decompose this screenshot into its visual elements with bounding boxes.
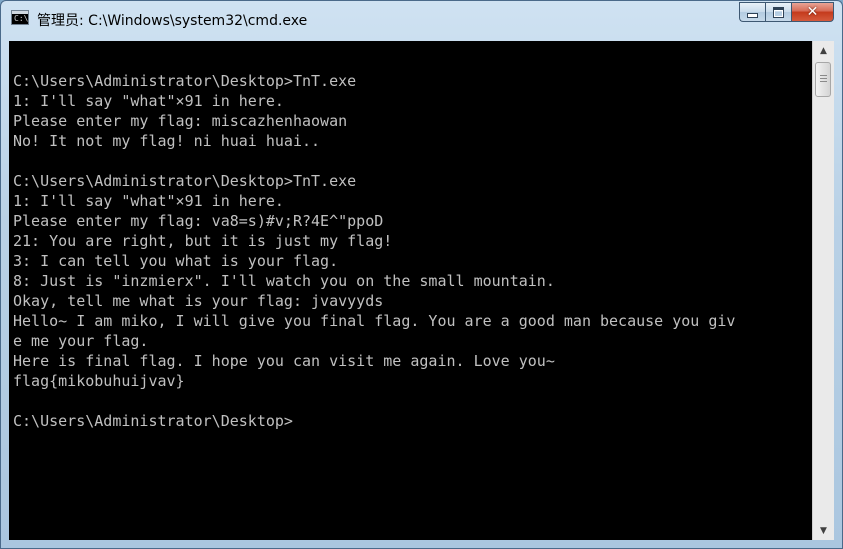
- console-line: flag{mikobuhuijvav}: [13, 372, 185, 390]
- console-line: 8: Just is "inzmierx". I'll watch you on…: [13, 272, 555, 290]
- cmd-window: C:\ 管理员: C:\Windows\system32\cmd.exe ✕ C…: [0, 0, 843, 549]
- grip-line-icon: [820, 78, 827, 79]
- console-line: C:\Users\Administrator\Desktop>: [13, 412, 293, 430]
- console-output[interactable]: C:\Users\Administrator\Desktop>TnT.exe 1…: [9, 41, 812, 540]
- maximize-icon: [773, 6, 784, 18]
- vertical-scrollbar[interactable]: ▲ ▼: [812, 41, 834, 540]
- console-line: 1: I'll say "what"×91 in here.: [13, 192, 284, 210]
- console-app-icon[interactable]: C:\: [11, 10, 29, 25]
- scroll-down-button[interactable]: ▼: [813, 521, 834, 540]
- maximize-button[interactable]: [765, 2, 791, 22]
- grip-line-icon: [820, 81, 827, 82]
- console-line: C:\Users\Administrator\Desktop>TnT.exe: [13, 72, 357, 90]
- scroll-up-button[interactable]: ▲: [813, 41, 834, 60]
- minimize-button[interactable]: [739, 2, 765, 22]
- console-line: Please enter my flag: miscazhenhaowan: [13, 112, 348, 130]
- console-line: 3: I can tell you what is your flag.: [13, 252, 339, 270]
- console-line: C:\Users\Administrator\Desktop>TnT.exe: [13, 172, 357, 190]
- close-icon: ✕: [806, 4, 819, 20]
- console-line: 1: I'll say "what"×91 in here.: [13, 92, 284, 110]
- console-line: No! It not my flag! ni huai huai..: [13, 132, 321, 150]
- caption-buttons: ✕: [739, 2, 834, 22]
- close-button[interactable]: ✕: [791, 2, 834, 22]
- arrow-down-icon: ▼: [820, 525, 827, 536]
- console-line: Please enter my flag: va8=s)#v;R?4E^"ppo…: [13, 212, 384, 230]
- console-line: Hello~ I am miko, I will give you final …: [13, 312, 736, 330]
- console-text: C:\Users\Administrator\Desktop>TnT.exe 1…: [9, 41, 812, 431]
- console-line: Here is final flag. I hope you can visit…: [13, 352, 555, 370]
- console-app-icon-label: C:\: [14, 14, 29, 23]
- scroll-thumb[interactable]: [815, 62, 831, 97]
- console-line: e me your flag.: [13, 332, 149, 350]
- minimize-icon: [747, 13, 758, 18]
- console-line: Okay, tell me what is your flag: jvavyyd…: [13, 292, 384, 310]
- window-title: 管理员: C:\Windows\system32\cmd.exe: [37, 13, 308, 29]
- console-line: 21: You are right, but it is just my fla…: [13, 232, 393, 250]
- grip-line-icon: [820, 75, 827, 76]
- arrow-up-icon: ▲: [820, 45, 827, 56]
- title-bar[interactable]: C:\ 管理员: C:\Windows\system32\cmd.exe ✕: [1, 1, 842, 35]
